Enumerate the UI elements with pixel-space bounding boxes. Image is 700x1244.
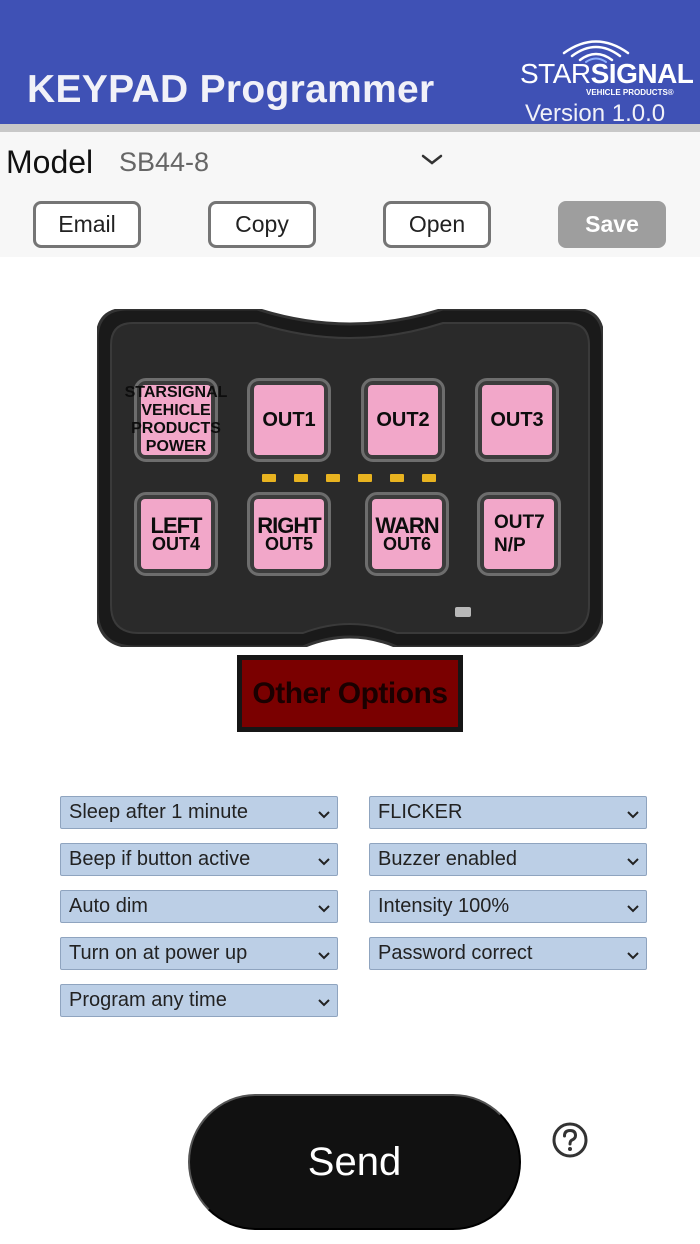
chevron-down-icon — [318, 905, 330, 913]
logo-subtitle: VEHICLE PRODUCTS® — [586, 88, 674, 97]
chevron-down-icon — [627, 858, 639, 866]
key-out6-line1: WARN — [375, 512, 439, 538]
chevron-down-icon — [627, 811, 639, 819]
buzzer-select-value: Buzzer enabled — [378, 848, 517, 870]
toolbar: Model SB44-8 Email Copy Open Save — [0, 132, 700, 257]
intensity-select-value: Intensity 100% — [378, 895, 510, 917]
app-screen: KEYPAD Programmer STARSIGNAL VEHICLE PRO… — [0, 0, 700, 1244]
dim-select-value: Auto dim — [69, 895, 148, 917]
logo-signal-text: SIGNAL — [590, 58, 694, 89]
dim-select[interactable]: Auto dim — [60, 890, 338, 923]
logo-star-text: STAR — [520, 58, 591, 89]
app-title: KEYPAD Programmer — [27, 68, 435, 111]
chevron-down-icon — [318, 952, 330, 960]
program-select-value: Program any time — [69, 989, 227, 1011]
key-out6[interactable]: WARN OUT6 — [365, 492, 449, 576]
key-out5-line1: RIGHT — [257, 512, 321, 538]
chevron-down-icon — [627, 905, 639, 913]
header-divider — [0, 124, 700, 132]
key-out7-face: OUT7 N/P — [484, 499, 554, 569]
indicator-led — [390, 474, 404, 482]
password-select[interactable]: Password correct — [369, 937, 647, 970]
chevron-down-icon — [627, 952, 639, 960]
other-options-button[interactable]: Other Options — [237, 655, 463, 732]
flash-pattern-select[interactable]: FLICKER — [369, 796, 647, 829]
power-key-brand-sub: VEHICLE PRODUCTS — [131, 402, 221, 437]
password-select-value: Password correct — [378, 942, 533, 964]
program-select[interactable]: Program any time — [60, 984, 338, 1017]
intensity-select[interactable]: Intensity 100% — [369, 890, 647, 923]
power-up-select-value: Turn on at power up — [69, 942, 248, 964]
logo-wordmark: STARSIGNAL — [520, 58, 694, 90]
key-out7-line1: OUT7 — [494, 512, 545, 533]
power-up-select[interactable]: Turn on at power up — [60, 937, 338, 970]
key-out6-line2: OUT6 — [382, 533, 431, 554]
key-out4-line1: LEFT — [150, 512, 203, 538]
key-out4-line2: OUT4 — [151, 533, 200, 554]
indicator-led — [262, 474, 276, 482]
power-key-brand: STARSIGNAL — [124, 384, 228, 401]
key-out5-line2: OUT5 — [264, 533, 313, 554]
buzzer-select[interactable]: Buzzer enabled — [369, 843, 647, 876]
key-out1[interactable]: OUT1 — [247, 378, 331, 462]
other-options-label: Other Options — [242, 660, 458, 727]
key-out3[interactable]: OUT3 — [475, 378, 559, 462]
email-button[interactable]: Email — [33, 201, 141, 248]
key-out2[interactable]: OUT2 — [361, 378, 445, 462]
flash-pattern-select-value: FLICKER — [378, 801, 463, 823]
open-button[interactable]: Open — [383, 201, 491, 248]
chevron-down-icon — [318, 858, 330, 866]
sleep-select-value: Sleep after 1 minute — [69, 801, 248, 823]
status-led — [455, 607, 471, 617]
key-out3-label: OUT3 — [482, 385, 552, 455]
beep-select-value: Beep if button active — [69, 848, 251, 870]
brand-logo: STARSIGNAL VEHICLE PRODUCTS® — [520, 38, 694, 100]
key-out7-line2: N/P — [494, 535, 526, 556]
save-button[interactable]: Save — [558, 201, 666, 248]
keypad-device: STARSIGNAL VEHICLE PRODUCTS POWER OUT1 O… — [97, 309, 603, 647]
model-label: Model — [6, 144, 94, 180]
key-out5[interactable]: RIGHT OUT5 — [247, 492, 331, 576]
keypad-housing — [97, 309, 603, 647]
sleep-select[interactable]: Sleep after 1 minute — [60, 796, 338, 829]
model-select[interactable]: SB44-8 — [119, 147, 209, 178]
send-button[interactable]: Send — [188, 1094, 521, 1230]
key-out2-label: OUT2 — [368, 385, 438, 455]
app-header: KEYPAD Programmer STARSIGNAL VEHICLE PRO… — [0, 0, 700, 127]
key-out6-face: WARN OUT6 — [372, 499, 442, 569]
chevron-down-icon — [318, 999, 330, 1007]
indicator-led — [294, 474, 308, 482]
key-out1-label: OUT1 — [254, 385, 324, 455]
key-out4[interactable]: LEFT OUT4 — [134, 492, 218, 576]
key-out4-face: LEFT OUT4 — [141, 499, 211, 569]
power-key-label: POWER — [145, 438, 207, 455]
indicator-led — [422, 474, 436, 482]
help-circle-icon[interactable] — [551, 1121, 589, 1159]
power-key-face: STARSIGNAL VEHICLE PRODUCTS POWER — [125, 384, 227, 455]
copy-button[interactable]: Copy — [208, 201, 316, 248]
beep-select[interactable]: Beep if button active — [60, 843, 338, 876]
indicator-led — [358, 474, 372, 482]
key-out7[interactable]: OUT7 N/P — [477, 492, 561, 576]
indicator-led — [326, 474, 340, 482]
key-out5-face: RIGHT OUT5 — [254, 499, 324, 569]
power-key[interactable]: STARSIGNAL VEHICLE PRODUCTS POWER — [125, 378, 227, 462]
chevron-down-icon[interactable] — [418, 146, 446, 174]
chevron-down-icon — [318, 811, 330, 819]
